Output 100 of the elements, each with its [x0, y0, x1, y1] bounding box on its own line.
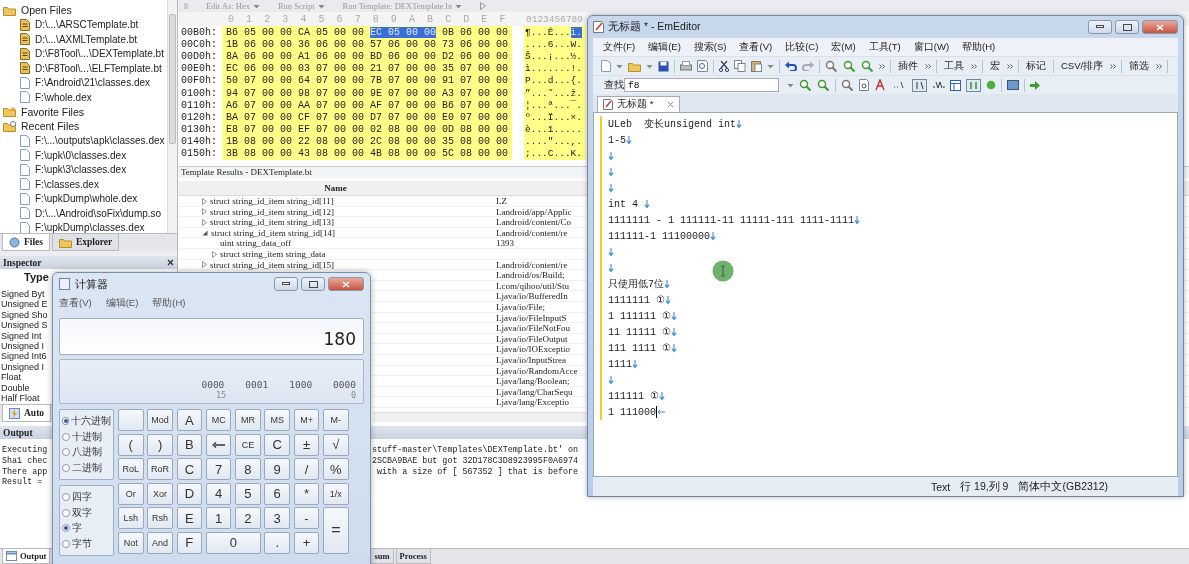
ascii-text[interactable]: P...d...{.: [525, 75, 582, 87]
calculator-key[interactable]: Mod: [147, 409, 173, 431]
calculator-key[interactable]: ): [147, 433, 173, 456]
hex-bytes[interactable]: 8A 06 00 00 A1 06 00 00 BD 06 00 00 D2 06 00 00: [226, 50, 509, 62]
calculator-key[interactable]: 1/x: [323, 482, 349, 505]
calculator-key[interactable]: 1: [205, 507, 232, 529]
ascii-text[interactable]: Š...¡...½.: [525, 50, 582, 62]
radio-option[interactable]: 字: [62, 521, 111, 536]
radio-option[interactable]: 字节: [62, 536, 111, 551]
panel-tab[interactable]: Output: [2, 549, 51, 564]
radio-option[interactable]: 双字: [62, 505, 111, 520]
calculator-key[interactable]: RoL: [118, 458, 144, 480]
calculator-key[interactable]: 0: [205, 531, 261, 554]
calculator-key[interactable]: E: [176, 507, 203, 529]
calculator-key[interactable]: 3: [264, 507, 290, 529]
calculator-key[interactable]: +: [293, 531, 320, 554]
file-list-item[interactable]: F:\...\outputs\apk\classes.dex: [0, 133, 167, 148]
file-list-item[interactable]: D:\...\Android\soFix\dump.so: [0, 206, 167, 221]
calculator-key[interactable]: .: [264, 531, 290, 554]
file-group-item[interactable]: Recent Files: [0, 119, 167, 134]
radio-button[interactable]: [62, 448, 70, 457]
menu-item[interactable]: 编辑(E): [105, 296, 139, 310]
calculator-key[interactable]: 8: [235, 458, 261, 480]
panel-tab[interactable]: Process: [395, 549, 431, 564]
calculator-key[interactable]: ±: [293, 433, 320, 456]
radio-option[interactable]: 十进制: [62, 429, 111, 444]
radio-button[interactable]: [62, 432, 70, 441]
calculator-key[interactable]: MR: [235, 409, 261, 431]
search-field[interactable]: f8: [624, 78, 779, 92]
ascii-text[interactable]: ...."...,.: [525, 136, 582, 148]
calculator-key[interactable]: F: [176, 531, 203, 554]
radio-button[interactable]: [62, 493, 70, 502]
hex-bytes[interactable]: 3B 08 00 00 43 08 00 00 4B 08 00 00 5C 08 00 00: [226, 148, 509, 160]
calculator-key[interactable]: And: [147, 531, 173, 554]
blank-key[interactable]: [118, 409, 144, 431]
file-group-item[interactable]: Open Files: [0, 3, 167, 18]
file-list-item[interactable]: F:\Android\21\classes.dex: [0, 75, 167, 90]
ascii-text[interactable]: è...ï.....: [525, 124, 582, 136]
panel-tab[interactable]: Explorer: [52, 234, 120, 251]
calculator-key[interactable]: Xor: [147, 482, 173, 505]
collapsed-arrow-icon[interactable]: [212, 250, 217, 258]
expanded-arrow-icon[interactable]: [202, 229, 208, 236]
file-list-item[interactable]: F:\upk\0\classes.dex: [0, 148, 167, 163]
calculator-key[interactable]: (: [118, 433, 144, 456]
file-list-item[interactable]: D:\F8Tool\...\ELFTemplate.bt: [0, 61, 167, 76]
radio-option[interactable]: 二进制: [62, 460, 111, 475]
radio-button[interactable]: [62, 508, 70, 517]
menu-item[interactable]: 搜索(S): [693, 40, 727, 54]
file-list-item[interactable]: F:\upkDump\classes.dex: [0, 220, 167, 235]
hex-bytes[interactable]: 0B 06 00 00: [442, 26, 509, 38]
minimize-button[interactable]: [274, 277, 298, 291]
document-tab[interactable]: 无标题 *: [597, 96, 681, 112]
ascii-text[interactable]: º...Ï...×.: [525, 111, 582, 123]
menu-item[interactable]: 帮助(H): [152, 296, 186, 310]
ascii-text[interactable]: ”...˜...ž.: [525, 87, 582, 99]
ascii-text[interactable]: ì.: [570, 26, 582, 38]
calculator-key[interactable]: Not: [118, 531, 144, 554]
panel-tab[interactable]: sum: [370, 549, 394, 564]
file-group-item[interactable]: Favorite Files: [0, 104, 167, 119]
hex-bytes[interactable]: E8 07 00 00 EF 07 00 00 02 08 00 00 0D 08 00 00: [226, 124, 509, 136]
calculator-key[interactable]: Lsh: [118, 507, 144, 529]
calculator-key[interactable]: CE: [235, 433, 261, 456]
hex-bytes[interactable]: 50 07 00 00 64 07 00 00 7B 07 00 00 91 07 00 00: [226, 75, 509, 87]
scrollbar[interactable]: [373, 412, 586, 422]
collapsed-arrow-icon[interactable]: [202, 261, 207, 269]
ascii-text[interactable]: ¶...Ê...: [525, 26, 571, 38]
radio-button[interactable]: [62, 539, 70, 548]
ascii-text[interactable]: ¦...ª...¯.: [525, 99, 582, 111]
menu-item[interactable]: 查看(V): [59, 296, 92, 310]
file-list-item[interactable]: F:\whole.dex: [0, 90, 167, 105]
hex-bytes[interactable]: 1B 08 00 00 22 08 00 00 2C 08 00 00 35 08 00 00: [226, 136, 509, 148]
calculator-key[interactable]: M-: [323, 409, 349, 431]
calculator-key[interactable]: MC: [205, 409, 232, 431]
calculator-key[interactable]: C: [264, 433, 290, 456]
maximize-button[interactable]: [1115, 20, 1139, 34]
close-button[interactable]: [328, 277, 364, 291]
hex-bytes[interactable]: EC 05 00 00: [370, 26, 437, 38]
menu-item[interactable]: 查看(V): [739, 40, 773, 54]
scrollbar[interactable]: [167, 0, 177, 233]
toolbar-button[interactable]: 插件: [896, 59, 920, 73]
menu-item[interactable]: 窗口(W): [913, 40, 950, 54]
collapsed-arrow-icon[interactable]: [202, 208, 207, 216]
calculator-key[interactable]: RoR: [147, 458, 173, 480]
backspace-key[interactable]: [205, 433, 232, 456]
ascii-text[interactable]: ....6...W.: [525, 38, 582, 50]
file-list-item[interactable]: D:\...\ARSCTemplate.bt: [0, 17, 167, 32]
hex-bytes[interactable]: BA 07 00 00 CF 07 00 00 D7 07 00 00 E0 07 00 00: [226, 111, 509, 123]
file-list-item[interactable]: F:\classes.dex: [0, 177, 167, 192]
calculator-key[interactable]: √: [323, 433, 349, 456]
collapsed-arrow-icon[interactable]: [202, 197, 207, 205]
hex-bytes[interactable]: EC 06 00 00 03 07 00 00 21 07 00 00 35 07 00 00: [226, 63, 509, 75]
calculator-key[interactable]: 4: [205, 482, 232, 505]
menu-item[interactable]: 工具(T): [868, 40, 901, 54]
calculator-key[interactable]: M+: [293, 409, 320, 431]
minimize-button[interactable]: [1088, 20, 1112, 34]
file-list-item[interactable]: F:\upkDump\whole.dex: [0, 191, 167, 206]
toolbar-button[interactable]: 工具: [942, 59, 966, 73]
text-area[interactable]: ULeb 变长unsigend int 1-5 int 4 1111111 - 1 111111-11 11111-111 1111-1111 111111-1 11100000 只使用低7位 1111111 ① 1 111111 ① 11 11111 ① 111 1111 ① 1111 111111 ① 1 111000: [593, 112, 1178, 477]
radio-button[interactable]: [62, 463, 70, 472]
file-list-item[interactable]: F:\upk\3\classes.dex: [0, 162, 167, 177]
